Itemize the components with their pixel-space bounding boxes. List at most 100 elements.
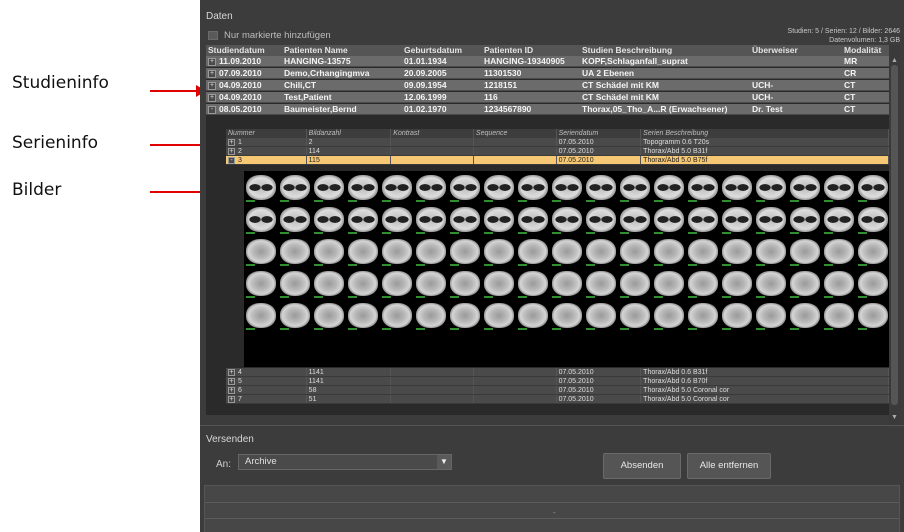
ct-slice-thumbnail[interactable] [788, 268, 822, 299]
expand-icon[interactable]: + [208, 69, 216, 78]
ct-slice-thumbnail[interactable] [754, 204, 788, 235]
ct-slice-thumbnail[interactable] [856, 204, 889, 235]
study-column-header[interactable]: Modalität [842, 45, 889, 56]
ct-slice-thumbnail[interactable] [414, 236, 448, 267]
study-column-header[interactable]: Geburtsdatum [402, 45, 482, 56]
study-column-header[interactable]: Studien Beschreibung [580, 45, 750, 56]
ct-slice-thumbnail[interactable] [788, 204, 822, 235]
ct-slice-thumbnail[interactable] [550, 204, 584, 235]
ct-slice-thumbnail[interactable] [856, 268, 889, 299]
ct-slice-thumbnail[interactable] [652, 300, 686, 331]
study-row[interactable]: +04.09.2010 Chili,CT 09.09.1954 1218151 CT S… [206, 80, 889, 91]
ct-slice-thumbnail[interactable] [618, 172, 652, 203]
ct-slice-thumbnail[interactable] [380, 172, 414, 203]
series-column-header[interactable]: Kontrast [391, 129, 474, 138]
ct-slice-thumbnail[interactable] [244, 172, 278, 203]
ct-slice-thumbnail[interactable] [414, 204, 448, 235]
study-column-header[interactable]: Studiendatum [206, 45, 282, 56]
ct-slice-thumbnail[interactable] [278, 236, 312, 267]
ct-slice-thumbnail[interactable] [346, 172, 380, 203]
ct-slice-thumbnail[interactable] [312, 300, 346, 331]
ct-slice-thumbnail[interactable] [618, 300, 652, 331]
ct-slice-thumbnail[interactable] [754, 172, 788, 203]
ct-slice-thumbnail[interactable] [822, 300, 856, 331]
series-row[interactable]: +2 114 07.05.2010 Thorax/Abd 5.0 B31f [226, 147, 889, 156]
destination-select[interactable]: Archive ▼ [238, 454, 452, 470]
ct-slice-thumbnail[interactable] [584, 268, 618, 299]
vertical-scrollbar[interactable]: ▲ ▼ [889, 45, 900, 425]
ct-slice-thumbnail[interactable] [550, 236, 584, 267]
ct-slice-thumbnail[interactable] [244, 300, 278, 331]
ct-slice-thumbnail[interactable] [720, 236, 754, 267]
ct-slice-thumbnail[interactable] [686, 268, 720, 299]
ct-slice-thumbnail[interactable] [414, 172, 448, 203]
series-column-header[interactable]: Bildanzahl [307, 129, 392, 138]
ct-slice-thumbnail[interactable] [482, 172, 516, 203]
series-row[interactable]: +4 1141 07.05.2010 Thorax/Abd 0.6 B31f [226, 368, 889, 377]
ct-slice-thumbnail[interactable] [312, 268, 346, 299]
expand-icon[interactable]: + [228, 377, 235, 385]
ct-slice-thumbnail[interactable] [720, 300, 754, 331]
ct-slice-thumbnail[interactable] [482, 204, 516, 235]
expand-icon[interactable]: + [228, 386, 235, 394]
ct-slice-thumbnail[interactable] [448, 300, 482, 331]
ct-slice-thumbnail[interactable] [652, 268, 686, 299]
chevron-down-icon[interactable]: ▼ [437, 455, 451, 469]
send-button[interactable]: Absenden [603, 453, 681, 479]
study-row[interactable]: +11.09.2010 HANGING-13575 01.01.1934 HANGIN… [206, 56, 889, 67]
ct-slice-thumbnail[interactable] [380, 204, 414, 235]
ct-slice-thumbnail[interactable] [312, 204, 346, 235]
series-row[interactable]: -3 115 07.05.2010 Thorax/Abd 5.0 B75f [226, 156, 889, 165]
ct-slice-thumbnail[interactable] [278, 204, 312, 235]
ct-slice-thumbnail[interactable] [584, 300, 618, 331]
study-column-header[interactable]: Patienten Name [282, 45, 402, 56]
expand-icon[interactable]: + [228, 395, 235, 403]
ct-slice-thumbnail[interactable] [482, 236, 516, 267]
series-column-header[interactable]: Sequence [474, 129, 557, 138]
ct-slice-thumbnail[interactable] [346, 268, 380, 299]
ct-slice-thumbnail[interactable] [516, 300, 550, 331]
ct-slice-thumbnail[interactable] [686, 236, 720, 267]
expand-icon[interactable]: + [228, 138, 235, 146]
series-row[interactable]: +5 1141 07.05.2010 Thorax/Abd 0.6 B70f [226, 377, 889, 386]
study-row[interactable]: -08.05.2010 Baumeister,Bernd 01.02.1970 123… [206, 104, 889, 115]
ct-slice-thumbnail[interactable] [720, 172, 754, 203]
only-marked-checkbox[interactable] [208, 31, 218, 40]
ct-slice-thumbnail[interactable] [414, 300, 448, 331]
ct-slice-thumbnail[interactable] [244, 268, 278, 299]
ct-slice-thumbnail[interactable] [686, 204, 720, 235]
study-column-header[interactable]: Überweiser [750, 45, 842, 56]
ct-slice-thumbnail[interactable] [754, 268, 788, 299]
expand-icon[interactable]: + [208, 81, 216, 90]
ct-slice-thumbnail[interactable] [516, 172, 550, 203]
ct-slice-thumbnail[interactable] [788, 236, 822, 267]
ct-slice-thumbnail[interactable] [244, 236, 278, 267]
series-row[interactable]: +6 58 07.05.2010 Thorax/Abd 5.0 Coronal cor [226, 386, 889, 395]
ct-slice-thumbnail[interactable] [754, 236, 788, 267]
expand-icon[interactable]: + [228, 368, 235, 376]
ct-slice-thumbnail[interactable] [346, 236, 380, 267]
ct-slice-thumbnail[interactable] [652, 204, 686, 235]
ct-slice-thumbnail[interactable] [414, 268, 448, 299]
ct-slice-thumbnail[interactable] [278, 300, 312, 331]
ct-slice-thumbnail[interactable] [482, 300, 516, 331]
study-column-header[interactable]: Patienten ID [482, 45, 580, 56]
remove-all-button[interactable]: Alle entfernen [687, 453, 771, 479]
collapse-icon[interactable]: - [208, 105, 216, 114]
expand-icon[interactable]: + [208, 93, 216, 102]
expand-icon[interactable]: + [228, 147, 235, 155]
ct-slice-thumbnail[interactable] [856, 300, 889, 331]
ct-slice-thumbnail[interactable] [720, 204, 754, 235]
ct-slice-thumbnail[interactable] [516, 236, 550, 267]
ct-slice-thumbnail[interactable] [380, 300, 414, 331]
collapse-icon[interactable]: - [228, 156, 235, 164]
ct-slice-thumbnail[interactable] [584, 204, 618, 235]
ct-slice-thumbnail[interactable] [822, 236, 856, 267]
series-row[interactable]: +7 51 07.05.2010 Thorax/Abd 5.0 Coronal cor [226, 395, 889, 404]
ct-slice-thumbnail[interactable] [856, 172, 889, 203]
scroll-down-icon[interactable]: ▼ [890, 414, 899, 423]
ct-slice-thumbnail[interactable] [754, 300, 788, 331]
ct-slice-thumbnail[interactable] [516, 204, 550, 235]
ct-slice-thumbnail[interactable] [686, 300, 720, 331]
ct-slice-thumbnail[interactable] [312, 236, 346, 267]
